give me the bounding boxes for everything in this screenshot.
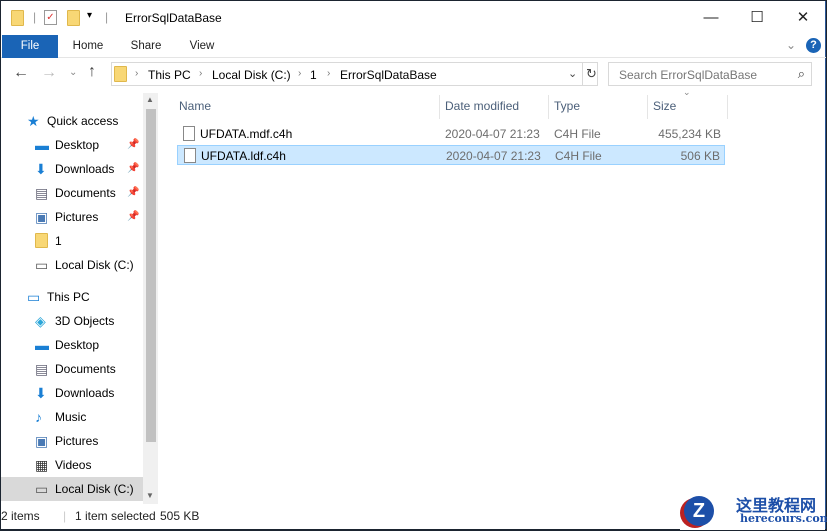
file-date: 2020-04-07 21:23 [446, 149, 541, 163]
pin-icon: 📌 [127, 139, 140, 150]
breadcrumb-1[interactable]: 1 [310, 68, 317, 82]
file-size: 455,234 KB [658, 127, 721, 141]
back-button[interactable]: ← [13, 64, 29, 82]
nav-item-documents[interactable]: ▤ Documents 📌 [1, 181, 144, 205]
help-icon[interactable]: ? [806, 38, 821, 53]
nav-item-1[interactable]: 1 [1, 229, 144, 253]
title-bar: | ✓ ▾ | ErrorSqlDataBase — ☐ ✕ [1, 1, 826, 35]
watermark-logo: Z 这里教程网 herecours.com [680, 490, 827, 530]
nav-item-quick-access[interactable]: ★ Quick access [1, 109, 144, 133]
drive-icon: ▭ [35, 481, 49, 497]
breadcrumb-errorsqldatabase[interactable]: ErrorSqlDataBase [340, 68, 437, 82]
download-icon: ⬇ [35, 161, 47, 177]
ribbon-tabs: File Home Share View ⌄ ? [1, 35, 826, 58]
tab-file[interactable]: File [2, 35, 58, 58]
music-icon: ♪ [35, 409, 42, 425]
nav-item-downloads[interactable]: ⬇ Downloads [1, 381, 144, 405]
pin-icon: 📌 [127, 163, 140, 174]
file-icon [184, 148, 196, 163]
file-row[interactable]: UFDATA.ldf.c4h 2020-04-07 21:23 C4H File 50… [177, 145, 725, 165]
cube-icon: ◈ [35, 313, 46, 329]
minimize-button[interactable]: — [688, 1, 734, 33]
customize-toolbar-icon[interactable]: ▾ [87, 10, 92, 21]
pictures-icon: ▣ [35, 209, 49, 225]
address-dropdown-icon[interactable]: ⌄ [568, 67, 577, 80]
video-icon: ▦ [35, 457, 49, 473]
column-date-modified[interactable]: Date modified [445, 95, 519, 117]
window-title: ErrorSqlDataBase [125, 11, 222, 25]
file-type: C4H File [554, 127, 601, 141]
status-selected: 1 item selected [75, 509, 156, 523]
folder-icon [11, 10, 24, 26]
nav-item-videos[interactable]: ▦ Videos [1, 453, 144, 477]
file-size: 506 KB [680, 149, 720, 163]
column-name[interactable]: Name [179, 95, 211, 117]
nav-item-downloads[interactable]: ⬇ Downloads 📌 [1, 157, 144, 181]
pin-icon: 📌 [127, 187, 140, 198]
status-item-count: 2 items [1, 509, 40, 523]
column-size[interactable]: Size [653, 95, 676, 117]
sort-indicator-icon: ⌄ [683, 87, 691, 97]
breadcrumb-local-disk[interactable]: Local Disk (C:) [212, 68, 291, 82]
folder-icon [114, 66, 127, 82]
search-icon[interactable]: ⌕ [798, 66, 805, 82]
download-icon: ⬇ [35, 385, 47, 401]
properties-icon[interactable]: ✓ [44, 10, 57, 25]
documents-icon: ▤ [35, 361, 49, 377]
file-name: UFDATA.mdf.c4h [200, 127, 293, 141]
drive-icon: ▭ [35, 257, 49, 273]
pin-icon: 📌 [127, 211, 140, 222]
nav-scrollbar-thumb[interactable] [146, 109, 156, 442]
address-bar[interactable]: › This PC › Local Disk (C:) › 1 › ErrorS… [111, 62, 598, 86]
up-button[interactable]: ↑ [88, 63, 96, 81]
nav-item-desktop[interactable]: ▬ Desktop [1, 333, 144, 357]
nav-item-pictures[interactable]: ▣ Pictures 📌 [1, 205, 144, 229]
nav-item-local-disk-c[interactable]: ▭ Local Disk (C:) [1, 253, 144, 277]
file-date: 2020-04-07 21:23 [445, 127, 540, 141]
computer-icon: ▭ [27, 289, 41, 305]
documents-icon: ▤ [35, 185, 49, 201]
desktop-icon: ▬ [35, 337, 49, 353]
search-input[interactable]: Search ErrorSqlDataBase ⌕ [608, 62, 812, 86]
file-type: C4H File [555, 149, 602, 163]
recent-locations-button[interactable]: ⌄ [69, 67, 77, 78]
status-size: 505 KB [160, 509, 200, 523]
close-button[interactable]: ✕ [780, 1, 826, 33]
column-type[interactable]: Type [554, 95, 580, 117]
star-icon: ★ [27, 113, 40, 129]
desktop-icon: ▬ [35, 137, 49, 153]
folder-icon [35, 233, 48, 248]
tab-share[interactable]: Share [123, 35, 169, 58]
forward-button[interactable]: → [41, 64, 57, 82]
nav-item-this-pc[interactable]: ▭ This PC [1, 285, 144, 309]
file-icon [183, 126, 195, 141]
file-name: UFDATA.ldf.c4h [201, 149, 286, 163]
file-row[interactable]: UFDATA.mdf.c4h 2020-04-07 21:23 C4H File 45… [177, 124, 725, 144]
nav-item-3d-objects[interactable]: ◈ 3D Objects [1, 309, 144, 333]
new-folder-icon[interactable] [67, 10, 80, 26]
nav-item-local-disk-c[interactable]: ▭ Local Disk (C:) [1, 477, 144, 501]
nav-item-documents[interactable]: ▤ Documents [1, 357, 144, 381]
nav-item-music[interactable]: ♪ Music [1, 405, 144, 429]
refresh-button[interactable]: ↻ [586, 66, 597, 82]
explorer-window: | ✓ ▾ | ErrorSqlDataBase — ☐ ✕ File Home… [1, 1, 826, 529]
pictures-icon: ▣ [35, 433, 49, 449]
expand-ribbon-icon[interactable]: ⌄ [786, 38, 796, 52]
maximize-button[interactable]: ☐ [734, 1, 780, 33]
nav-item-pictures[interactable]: ▣ Pictures [1, 429, 144, 453]
tab-view[interactable]: View [179, 35, 225, 58]
navigation-pane: ★ Quick access ▬ Desktop 📌 ⬇ Downloads 📌 ▤ Docume… [1, 93, 144, 504]
nav-item-desktop[interactable]: ▬ Desktop 📌 [1, 133, 144, 157]
tab-home[interactable]: Home [65, 35, 111, 58]
breadcrumb-this-pc[interactable]: This PC [148, 68, 191, 82]
